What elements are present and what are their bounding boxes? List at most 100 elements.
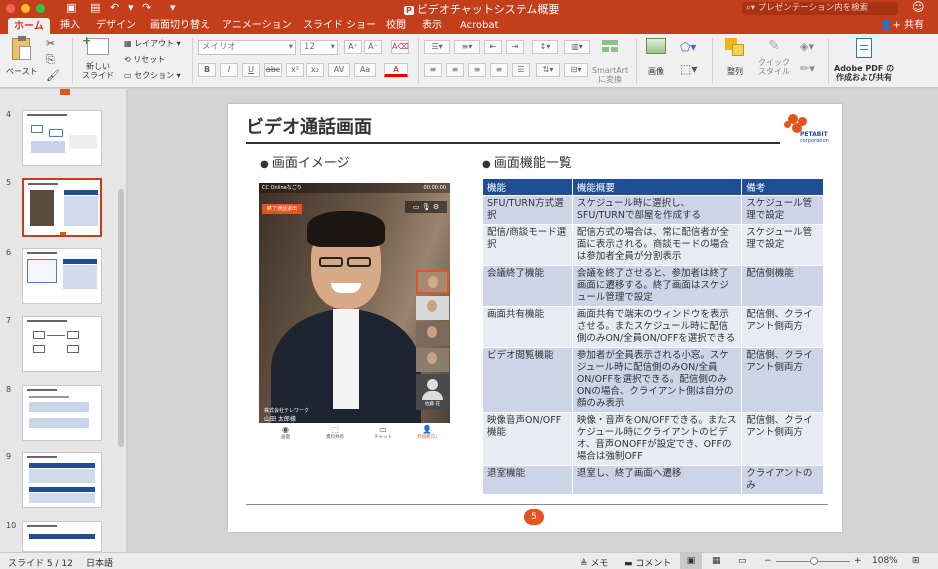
shapes-icon[interactable]: ⬠▾: [680, 40, 696, 54]
tab-transitions[interactable]: 画面切り替え: [150, 17, 210, 34]
textbox-icon[interactable]: ⬚▾: [680, 62, 697, 76]
change-case-icon[interactable]: Aa: [354, 63, 376, 77]
numbering-icon[interactable]: ≡▾: [454, 40, 480, 54]
tab-review[interactable]: 校閲: [386, 17, 406, 34]
reading-view-icon[interactable]: ▭: [738, 556, 747, 566]
quick-styles-button[interactable]: ✎ クイック スタイル: [756, 38, 792, 76]
cut-icon[interactable]: ✂: [46, 37, 55, 50]
mic-icon[interactable]: 🎙: [422, 203, 431, 211]
chat-control[interactable]: ▭ チャット: [374, 425, 392, 440]
slide-thumbnail-6[interactable]: [22, 248, 102, 304]
shape-fill-icon[interactable]: ◈▾: [800, 40, 814, 53]
normal-view-icon[interactable]: ▣: [680, 553, 702, 569]
slide-sorter-icon[interactable]: ▦: [712, 556, 721, 566]
shrink-font-icon[interactable]: A⁻: [364, 40, 382, 54]
feedback-smiley-icon[interactable]: ☺: [912, 0, 925, 14]
bold-icon[interactable]: B: [198, 63, 216, 77]
distributed-icon[interactable]: ☰: [512, 63, 530, 77]
slide-thumbnail-7[interactable]: [22, 316, 102, 372]
notes-button[interactable]: ≜ メモ: [580, 556, 608, 569]
slide-thumbnail-9[interactable]: [22, 452, 102, 508]
search-input[interactable]: ⌕▾ プレゼンテーション内を検索: [742, 2, 898, 15]
tab-insert[interactable]: 挿入: [60, 17, 80, 34]
participants-control[interactable]: 👤 参加者(5): [417, 425, 437, 440]
zoom-in-icon[interactable]: +: [854, 556, 862, 566]
close-window-button[interactable]: [6, 4, 15, 13]
sidebar-toggle-icon[interactable]: ▣: [66, 1, 76, 14]
feature-table[interactable]: 機能 機能概要 備考 SFU/TURN方式選択 スケジュール時に選択し、SFU/…: [482, 178, 824, 495]
minimize-window-button[interactable]: [21, 4, 30, 13]
slide-editing-canvas[interactable]: ビデオ通話画面 PETABIT corporation ● 画面イメージ ● 画…: [128, 89, 938, 552]
slide-thumbnail-10[interactable]: [22, 521, 102, 552]
clear-format-icon[interactable]: A⌫: [391, 40, 409, 54]
save-icon[interactable]: ▤: [90, 1, 100, 14]
tab-view[interactable]: 表示: [422, 17, 442, 34]
fit-to-window-icon[interactable]: ⊞: [912, 556, 920, 566]
settings-icon[interactable]: ⚙: [433, 203, 439, 211]
convert-smartart-button[interactable]: SmartArt に変換: [592, 38, 628, 84]
share-button[interactable]: 👤+ 共有: [880, 17, 924, 34]
camera-icon[interactable]: ▭: [413, 203, 420, 211]
adobe-pdf-button[interactable]: Adobe PDF の作成および共有: [834, 38, 894, 82]
align-right-icon[interactable]: ≡: [468, 63, 486, 77]
bullet-feature-list[interactable]: ● 画面機能一覧: [482, 152, 572, 171]
align-text-icon[interactable]: ⊟▾: [564, 63, 588, 77]
strikethrough-icon[interactable]: abc: [264, 63, 282, 77]
zoom-window-button[interactable]: [36, 4, 45, 13]
underline-icon[interactable]: U: [242, 63, 260, 77]
text-direction-icon[interactable]: ⇅▾: [536, 63, 560, 77]
format-painter-icon[interactable]: 🖌: [46, 69, 60, 82]
shape-outline-icon[interactable]: ✏▾: [800, 62, 815, 75]
petabit-logo[interactable]: PETABIT corporation: [784, 114, 834, 148]
zoom-level[interactable]: 108%: [872, 556, 898, 566]
tab-home[interactable]: ホーム: [8, 18, 50, 34]
font-size-select[interactable]: 12 ▾: [300, 40, 338, 55]
tab-slideshow[interactable]: スライド ショー: [303, 17, 376, 34]
redo-icon[interactable]: ↷: [142, 1, 151, 14]
participant-tile-4[interactable]: [416, 348, 449, 372]
reset-button[interactable]: ⟲ リセット: [124, 54, 165, 65]
bullet-screen-image[interactable]: ● 画面イメージ: [260, 152, 350, 171]
increase-indent-icon[interactable]: ⇥: [506, 40, 524, 54]
thumbnails-scrollbar[interactable]: [118, 189, 124, 447]
line-spacing-icon[interactable]: ↕▾: [532, 40, 558, 54]
justify-icon[interactable]: ≡: [490, 63, 508, 77]
participant-tile-5[interactable]: 佐藤 花: [416, 374, 449, 410]
end-call-button[interactable]: 終了通話退出: [262, 204, 302, 214]
screen-control[interactable]: ◉ 画面: [281, 425, 290, 440]
slide-thumbnail-4[interactable]: [22, 110, 102, 166]
slide-thumbnail-8[interactable]: [22, 385, 102, 441]
section-button[interactable]: ▭ セクション ▾: [124, 70, 181, 81]
zoom-out-icon[interactable]: −: [764, 556, 772, 566]
italic-icon[interactable]: I: [220, 63, 238, 77]
new-slide-button[interactable]: + 新しい スライド: [80, 34, 116, 80]
tab-animations[interactable]: アニメーション: [222, 17, 292, 34]
align-center-icon[interactable]: ≡: [446, 63, 464, 77]
tab-acrobat[interactable]: Acrobat: [460, 17, 499, 34]
participant-tile-1[interactable]: [416, 270, 449, 294]
participant-tile-3[interactable]: [416, 322, 449, 346]
arrange-button[interactable]: 整列: [720, 38, 750, 77]
language-indicator[interactable]: 日本語: [86, 556, 113, 569]
bullets-icon[interactable]: ☰▾: [424, 40, 450, 54]
columns-icon[interactable]: ▥▾: [564, 40, 590, 54]
char-spacing-icon[interactable]: AV: [328, 63, 350, 77]
undo-dropdown-icon[interactable]: ▾: [128, 1, 134, 14]
grow-font-icon[interactable]: A⁺: [344, 40, 362, 54]
subscript-icon[interactable]: x₂: [306, 63, 324, 77]
copy-icon[interactable]: ⎘: [46, 53, 55, 67]
font-name-select[interactable]: メイリオ ▾: [198, 40, 296, 55]
share-docs-control[interactable]: ⬚ 資料共有: [326, 425, 344, 440]
decrease-indent-icon[interactable]: ⇤: [484, 40, 502, 54]
tab-design[interactable]: デザイン: [96, 17, 136, 34]
comments-button[interactable]: ▬ コメント: [624, 556, 671, 569]
paste-button[interactable]: ペースト: [6, 36, 38, 77]
font-color-icon[interactable]: A: [384, 63, 408, 77]
participant-tile-2[interactable]: [416, 296, 449, 320]
picture-button[interactable]: 画像: [642, 38, 670, 77]
slide-title[interactable]: ビデオ通話画面: [246, 113, 372, 139]
zoom-slider-thumb[interactable]: [810, 557, 818, 565]
layout-button[interactable]: ▦ レイアウト ▾: [124, 38, 181, 49]
align-left-icon[interactable]: ≡: [424, 63, 442, 77]
customize-qat-icon[interactable]: ▾: [170, 1, 176, 14]
